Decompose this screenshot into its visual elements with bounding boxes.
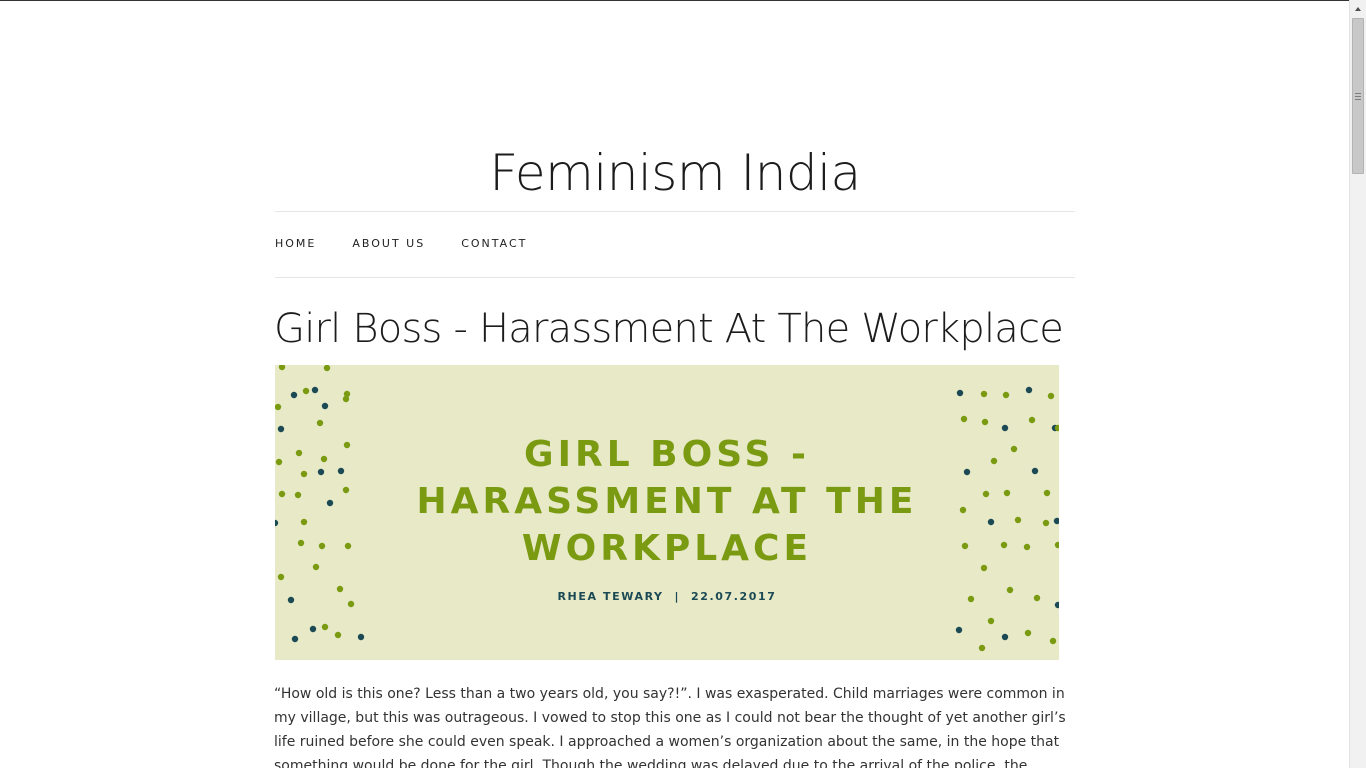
banner-dot [342, 486, 350, 494]
nav-contact-link[interactable]: CONTACT [461, 236, 527, 252]
banner-dot [312, 563, 320, 571]
banner-dot [1054, 601, 1059, 609]
main-nav: HOME ABOUT US CONTACT [275, 236, 527, 252]
banner-dot [1010, 445, 1018, 453]
banner-dot [316, 419, 324, 427]
banner-title-line: HARASSMENT AT THE [416, 481, 918, 522]
banner-dot [987, 518, 995, 526]
banner-dot [1014, 516, 1022, 524]
banner-dot [1006, 586, 1014, 594]
banner-dot [334, 631, 342, 639]
banner-dot [344, 542, 352, 550]
banner-title: GIRL BOSS - HARASSMENT AT THE WORKPLACE [367, 431, 967, 572]
banner-dot [978, 644, 986, 652]
banner-title-line: WORKPLACE [521, 528, 813, 569]
banner-dot [275, 458, 283, 466]
banner-dot [1025, 386, 1033, 394]
banner-dot [321, 402, 329, 410]
banner-dot [1028, 416, 1036, 424]
banner-dot [323, 365, 331, 372]
banner-dot [278, 490, 286, 498]
site-title[interactable]: Feminism India [275, 138, 1075, 208]
banner-dot [337, 467, 345, 475]
window-top-border [0, 0, 1366, 1]
banner-dot [343, 441, 351, 449]
banner-dot [990, 457, 998, 465]
banner-dot [318, 542, 326, 550]
banner-byline: RHEA TEWARY | 22.07.2017 [557, 590, 777, 603]
banner-dot [960, 415, 968, 423]
banner-dot [1047, 392, 1055, 400]
banner-dot [277, 573, 285, 581]
nav-home-link[interactable]: HOME [275, 236, 316, 252]
banner-dot [309, 625, 317, 633]
banner-dot [1031, 467, 1039, 475]
arrow-up-icon[interactable] [1350, 0, 1366, 17]
banner-dot [981, 418, 989, 426]
banner-dot [295, 449, 303, 457]
grip-icon [1355, 93, 1361, 100]
banner-dot [1043, 489, 1051, 497]
nav-divider-bottom [275, 277, 1075, 278]
banner-dot [980, 564, 988, 572]
banner-dot [1033, 594, 1041, 602]
banner-dot [357, 633, 365, 641]
banner-dot [1001, 424, 1009, 432]
banner-dot [326, 499, 334, 507]
banner-dot [297, 539, 305, 547]
banner-dot [955, 626, 963, 634]
banner-dot [277, 425, 285, 433]
banner-dot [317, 468, 325, 476]
banner-dot [278, 365, 286, 371]
banner-dot [980, 390, 988, 398]
banner-dot [300, 470, 308, 478]
banner-dot [987, 617, 995, 625]
banner-dot [1042, 519, 1050, 527]
banner-dot [290, 391, 298, 399]
banner-dot [1000, 541, 1008, 549]
post-title[interactable]: Girl Boss - Harassment At The Workplace [274, 302, 1094, 356]
banner-dot [311, 386, 319, 394]
banner-dot [1001, 633, 1009, 641]
post-body: “How old is this one? Less than a two ye… [274, 686, 1066, 768]
banner-dot [275, 519, 279, 527]
banner-dot [1003, 489, 1011, 497]
banner-dot [347, 600, 355, 608]
banner-dot [302, 387, 310, 395]
scrollbar-thumb[interactable] [1352, 18, 1364, 174]
banner-dot [291, 635, 299, 643]
banner-dot [1049, 637, 1057, 645]
banner-dot [321, 623, 329, 631]
banner-dot [320, 455, 328, 463]
banner-dot [294, 491, 302, 499]
banner-dot [1054, 541, 1059, 549]
nav-divider-top [275, 211, 1075, 212]
nav-about-link[interactable]: ABOUT US [352, 236, 425, 252]
vertical-scrollbar[interactable] [1349, 0, 1366, 768]
banner-dot [1023, 543, 1031, 551]
banner-dot [982, 490, 990, 498]
post-banner-image: GIRL BOSS - HARASSMENT AT THE WORKPLACE … [275, 365, 1059, 660]
banner-dot [967, 595, 975, 603]
banner-dot [1024, 629, 1032, 637]
banner-title-line: GIRL BOSS - [524, 434, 810, 475]
banner-dot [287, 596, 295, 604]
banner-dot [336, 585, 344, 593]
banner-dot [1053, 517, 1059, 525]
banner-dot [956, 389, 964, 397]
banner-dot [275, 403, 282, 411]
banner-dot [1002, 391, 1010, 399]
banner-dot [342, 395, 350, 403]
banner-dot [300, 518, 308, 526]
